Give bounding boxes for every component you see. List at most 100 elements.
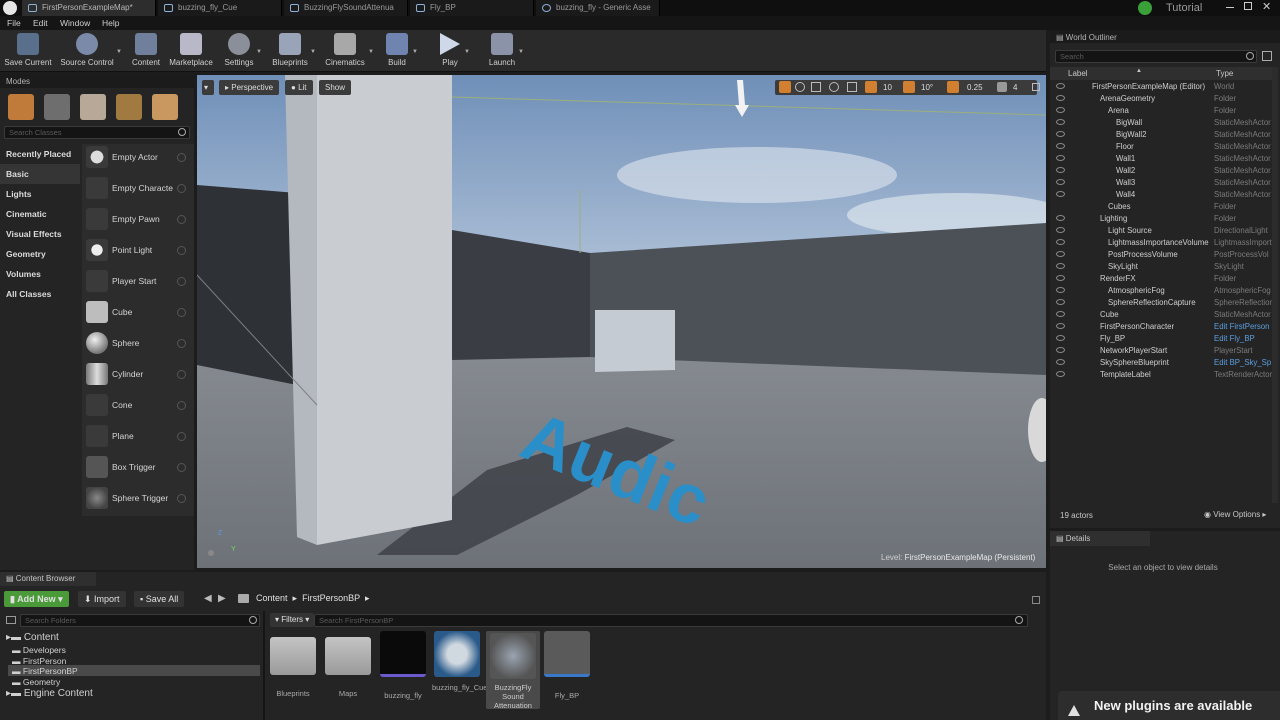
- content-button[interactable]: Content: [130, 33, 162, 71]
- forward-arrow-icon[interactable]: ▶: [218, 593, 226, 604]
- outliner-row[interactable]: Cube StaticMeshActor: [1050, 309, 1278, 321]
- rotation-snap-icon[interactable]: [903, 81, 915, 93]
- help-icon[interactable]: [177, 494, 186, 503]
- blueprints-button[interactable]: Blueprints ▼: [270, 33, 316, 71]
- tree-item-content[interactable]: ▸▬ Content: [6, 632, 59, 643]
- place-item-cube[interactable]: Cube: [84, 299, 192, 327]
- visibility-eye-icon[interactable]: [1056, 311, 1065, 317]
- category-basic[interactable]: Basic: [0, 164, 80, 184]
- outliner-row[interactable]: Floor StaticMeshActor: [1050, 141, 1278, 153]
- perspective-button[interactable]: ▸ Perspective: [219, 80, 280, 95]
- label-column-header[interactable]: Label: [1068, 69, 1088, 78]
- outliner-settings-icon[interactable]: [1262, 51, 1272, 61]
- tree-item-firstpersonbp[interactable]: ▬ FirstPersonBP: [12, 666, 78, 676]
- menu-edit[interactable]: Edit: [33, 18, 48, 28]
- rotation-snap-value[interactable]: 10°: [921, 83, 933, 92]
- help-icon[interactable]: [177, 463, 186, 472]
- dropdown-arrow-icon[interactable]: ▼: [116, 49, 122, 55]
- visibility-eye-icon[interactable]: [1056, 119, 1065, 125]
- place-item-box-trigger[interactable]: Box Trigger: [84, 454, 192, 482]
- visibility-eye-icon[interactable]: [1056, 83, 1065, 89]
- dropdown-arrow-icon[interactable]: ▼: [464, 49, 470, 55]
- outliner-row[interactable]: AtmosphericFog AtmosphericFog: [1050, 285, 1278, 297]
- visibility-eye-icon[interactable]: [1056, 287, 1065, 293]
- visibility-eye-icon[interactable]: [1056, 251, 1065, 257]
- outliner-row[interactable]: Arena Folder: [1050, 105, 1278, 117]
- outliner-row[interactable]: Wall2 StaticMeshActor: [1050, 165, 1278, 177]
- translate-tool-icon[interactable]: [779, 81, 791, 93]
- mode-place-icon[interactable]: [8, 94, 34, 120]
- dropdown-arrow-icon[interactable]: ▼: [310, 49, 316, 55]
- viewport-scene[interactable]: Audic Z Y: [197, 75, 1046, 568]
- place-item-sphere-trigger[interactable]: Sphere Trigger: [84, 485, 192, 513]
- tab-buzzing-fly-cue[interactable]: buzzing_fly_Cue: [158, 0, 282, 16]
- help-icon[interactable]: [177, 153, 186, 162]
- add-new-button[interactable]: ▮ Add New ▾: [4, 591, 69, 607]
- content-browser-tab[interactable]: ▤ Content Browser: [0, 572, 96, 586]
- visibility-eye-icon[interactable]: [1056, 323, 1065, 329]
- maximize-button[interactable]: [1244, 2, 1252, 10]
- tree-item-developers[interactable]: ▬ Developers: [12, 645, 66, 655]
- category-visual-effects[interactable]: Visual Effects: [0, 224, 80, 244]
- visibility-eye-icon[interactable]: [1056, 263, 1065, 269]
- place-item-player-start[interactable]: Player Start: [84, 268, 192, 296]
- asset-blueprints-folder[interactable]: Blueprints: [268, 631, 318, 698]
- place-item-cone[interactable]: Cone: [84, 392, 192, 420]
- breadcrumb-firstpersonbp[interactable]: FirstPersonBP: [302, 593, 360, 603]
- save-current-button[interactable]: Save Current: [4, 33, 52, 71]
- visibility-eye-icon[interactable]: [1056, 239, 1065, 245]
- outliner-row[interactable]: LightmassImportanceVolume LightmassImport: [1050, 237, 1278, 249]
- outliner-scrollbar[interactable]: [1272, 67, 1278, 503]
- menu-help[interactable]: Help: [102, 18, 119, 28]
- outliner-row[interactable]: Cubes Folder: [1050, 201, 1278, 213]
- dropdown-arrow-icon[interactable]: ▼: [518, 49, 524, 55]
- tree-item-geometry[interactable]: ▬ Geometry: [12, 677, 60, 687]
- visibility-eye-icon[interactable]: [1056, 275, 1065, 281]
- place-item-point-light[interactable]: Point Light: [84, 237, 192, 265]
- place-item-empty-actor[interactable]: Empty Actor: [84, 144, 192, 172]
- outliner-row[interactable]: FirstPersonCharacter Edit FirstPerson: [1050, 321, 1278, 333]
- outliner-row[interactable]: Wall4 StaticMeshActor: [1050, 189, 1278, 201]
- scale-snap-value[interactable]: 0.25: [967, 83, 983, 92]
- outliner-row[interactable]: SkyLight SkyLight: [1050, 261, 1278, 273]
- outliner-row[interactable]: ArenaGeometry Folder: [1050, 93, 1278, 105]
- show-button[interactable]: Show: [319, 80, 352, 95]
- plugins-notification[interactable]: New plugins are available: [1058, 691, 1280, 720]
- place-item-sphere[interactable]: Sphere: [84, 330, 192, 358]
- outliner-row[interactable]: TemplateLabel TextRenderActor: [1050, 369, 1278, 381]
- settings-button[interactable]: Settings ▼: [222, 33, 262, 71]
- outliner-row[interactable]: Lighting Folder: [1050, 213, 1278, 225]
- help-icon[interactable]: [177, 401, 186, 410]
- asset-maps-folder[interactable]: Maps: [323, 631, 373, 698]
- asset-fly-bp[interactable]: Fly_BP: [542, 631, 592, 700]
- category-volumes[interactable]: Volumes: [0, 264, 80, 284]
- outliner-row[interactable]: BigWall StaticMeshActor: [1050, 117, 1278, 129]
- help-icon[interactable]: [177, 277, 186, 286]
- category-lights[interactable]: Lights: [0, 184, 80, 204]
- category-recently-placed[interactable]: Recently Placed: [0, 144, 80, 164]
- outliner-search-input[interactable]: Search: [1055, 50, 1257, 63]
- asset-buzzing-fly[interactable]: buzzing_fly: [378, 631, 428, 700]
- grid-snap-value[interactable]: 10: [883, 83, 892, 92]
- menu-window[interactable]: Window: [60, 18, 90, 28]
- tab-buzzing-fly-asset[interactable]: buzzing_fly - Generic Asse: [536, 0, 660, 16]
- visibility-eye-icon[interactable]: [1056, 359, 1065, 365]
- lit-button[interactable]: ● Lit: [285, 80, 313, 95]
- build-button[interactable]: Build ▼: [382, 33, 418, 71]
- help-icon[interactable]: [177, 370, 186, 379]
- outliner-row[interactable]: Wall3 StaticMeshActor: [1050, 177, 1278, 189]
- help-icon[interactable]: [177, 184, 186, 193]
- save-all-button[interactable]: ▪ Save All: [134, 591, 185, 607]
- asset-buzzing-fly-cue[interactable]: buzzing_fly_Cue: [432, 631, 487, 692]
- level-viewport[interactable]: Audic Z Y ▾ ▸ Perspective ● Lit Show 10 …: [197, 75, 1046, 568]
- visibility-eye-icon[interactable]: [1056, 371, 1065, 377]
- visibility-eye-icon[interactable]: [1056, 143, 1065, 149]
- outliner-row[interactable]: Wall1 StaticMeshActor: [1050, 153, 1278, 165]
- tutorial-label[interactable]: Tutorial: [1166, 2, 1202, 14]
- view-options-button[interactable]: ◉ View Options ▸: [1204, 510, 1266, 519]
- sources-toggle-icon[interactable]: [6, 616, 16, 624]
- camera-speed-value[interactable]: 4: [1013, 83, 1017, 92]
- camera-speed-icon[interactable]: [997, 82, 1007, 92]
- details-tab[interactable]: ▤ Details: [1050, 531, 1150, 546]
- visibility-eye-icon[interactable]: [1056, 179, 1065, 185]
